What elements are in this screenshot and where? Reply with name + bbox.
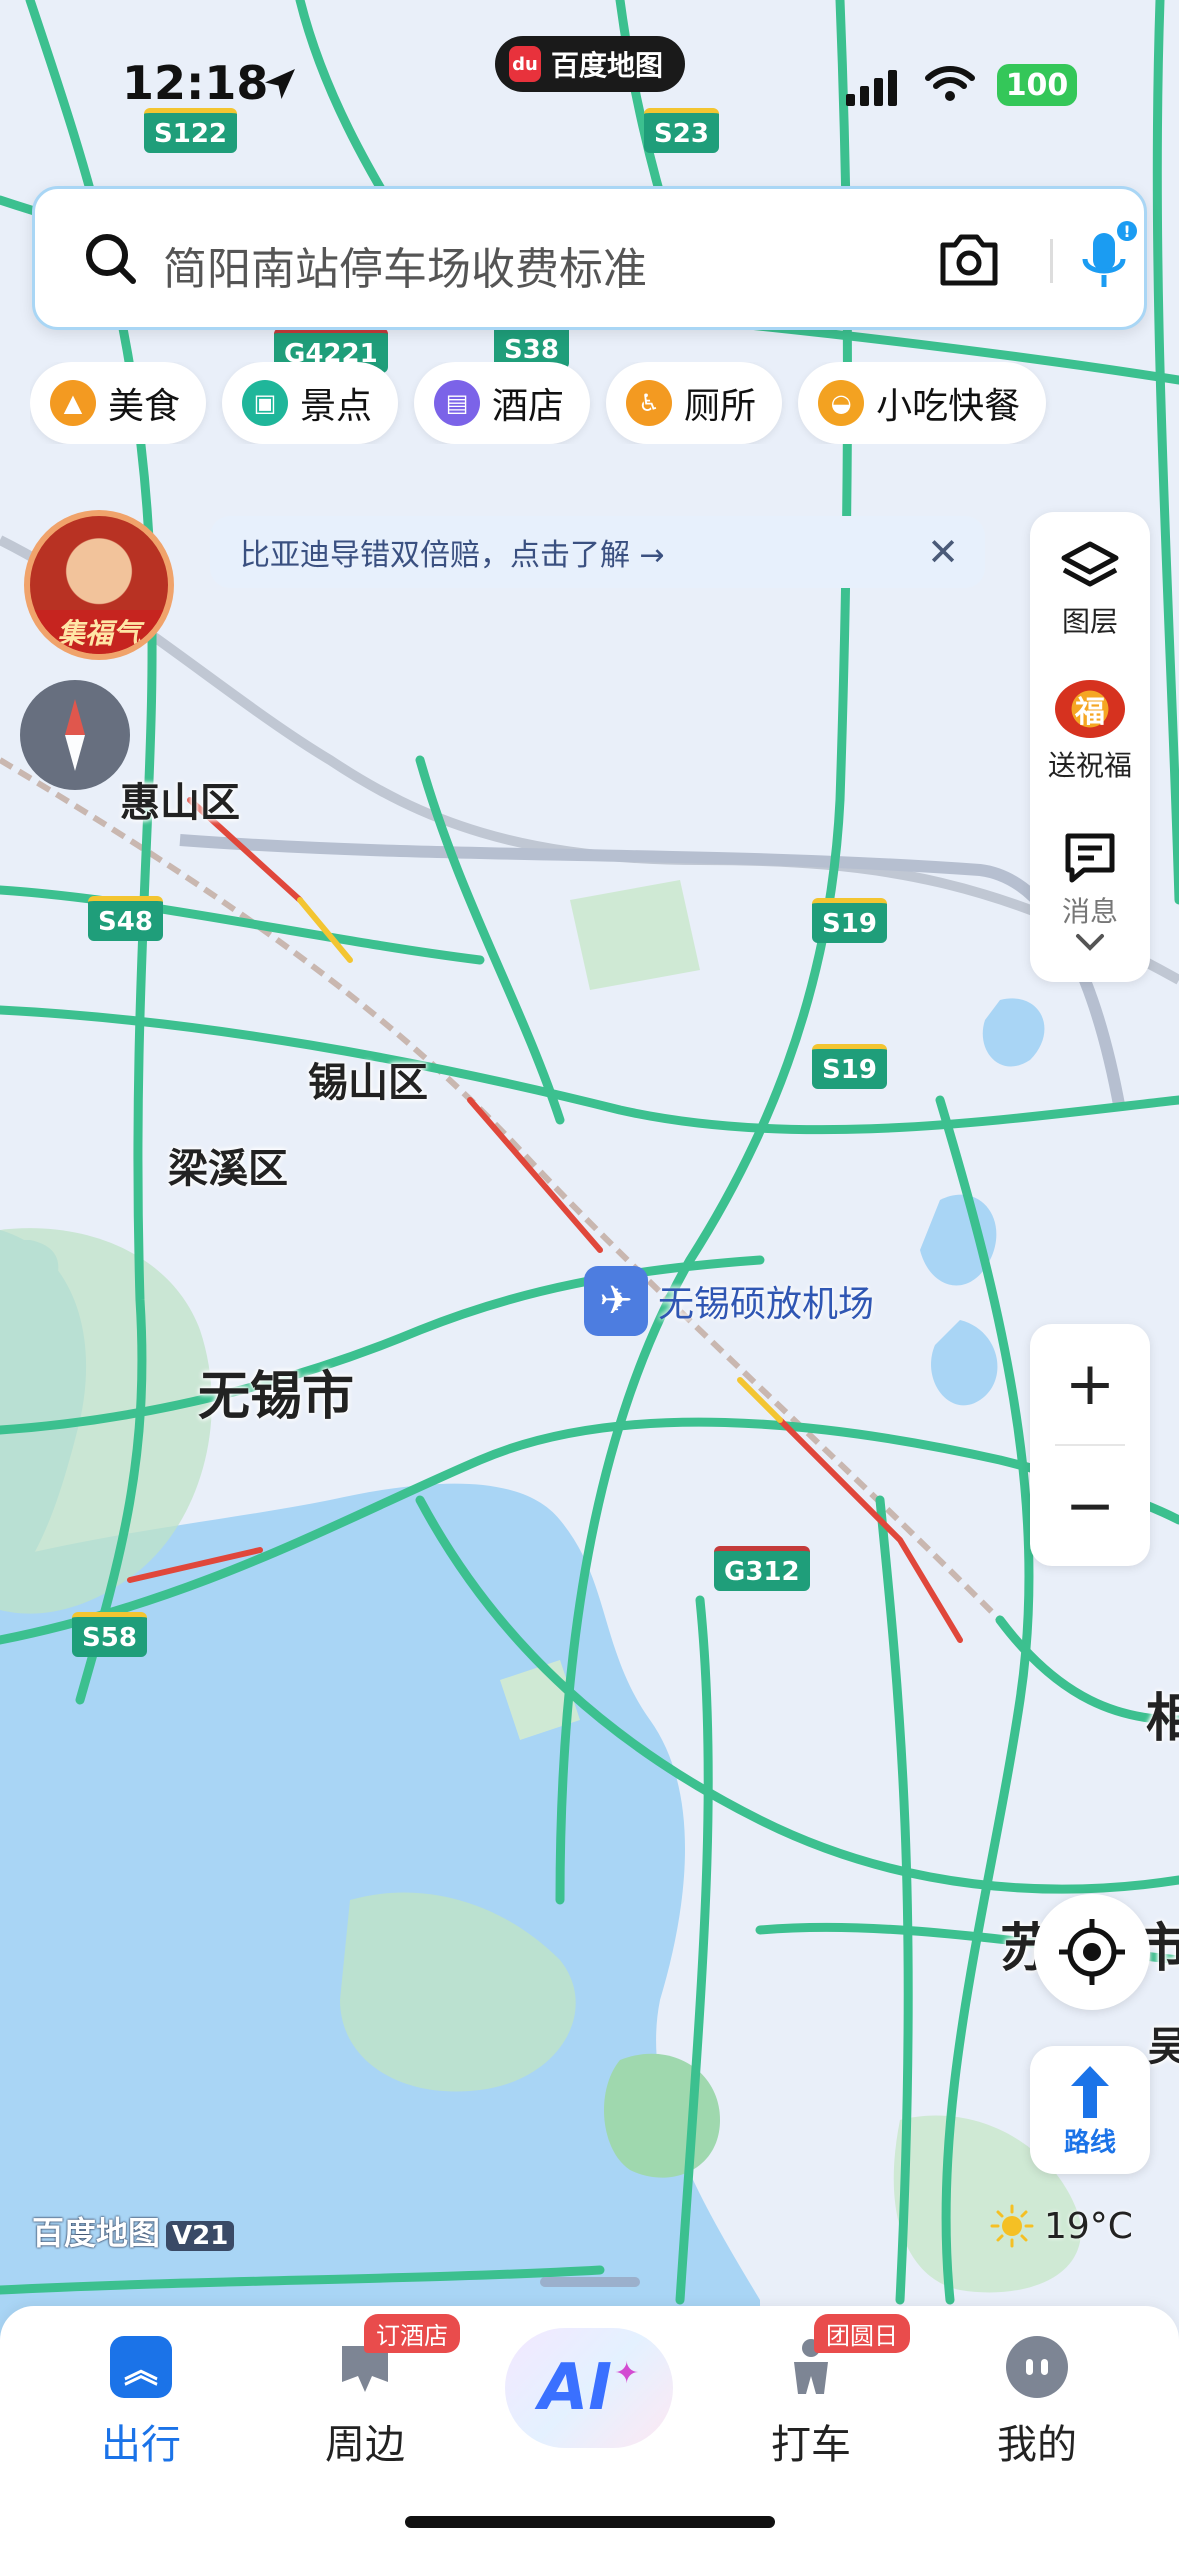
chip-scenic[interactable]: ▣ 景点 (222, 362, 399, 444)
microphone-icon[interactable]: ! (1073, 219, 1143, 299)
chip-hotel[interactable]: ▤ 酒店 (414, 362, 591, 444)
chevron-down-icon[interactable] (1074, 932, 1106, 952)
app-indicator[interactable]: du 百度地图 (495, 36, 685, 92)
chip-food[interactable]: ▲ 美食 (30, 362, 207, 444)
crosshair-icon (1059, 1919, 1125, 1985)
chip-label: 美食 (108, 386, 181, 427)
city-label-wuxi[interactable]: 无锡市 (198, 1354, 354, 1429)
category-chips: ▲ 美食 ▣ 景点 ▤ 酒店 ♿ 厕所 ◒ 小吃快餐 (30, 362, 1179, 444)
tab-travel[interactable]: ︽ 出行 (56, 2336, 226, 2470)
wishes-button[interactable]: 福 送祝福 (1030, 680, 1150, 784)
promo-avatar[interactable]: 集福气 (24, 510, 174, 660)
promo-banner[interactable]: 比亚迪导错双倍赔，点击了解 → ✕ (210, 516, 985, 588)
weather-widget[interactable]: 19°C (990, 2204, 1133, 2248)
close-icon[interactable]: ✕ (927, 530, 959, 574)
cellular-signal-icon (846, 70, 897, 106)
ai-label: AI (538, 2351, 613, 2425)
map-watermark: 百度地图 V21 (32, 2208, 235, 2254)
zoom-out-button[interactable]: − (1030, 1446, 1150, 1566)
search-divider (1050, 239, 1053, 283)
app-indicator-label: 百度地图 (551, 49, 664, 82)
sparkle-icon: ✦ (614, 2355, 640, 2391)
chip-label: 景点 (300, 386, 373, 427)
wishes-label: 送祝福 (1047, 749, 1132, 782)
wifi-icon (925, 66, 975, 101)
hotel-icon: ▤ (434, 380, 481, 426)
compass-icon[interactable] (20, 680, 130, 790)
district-label-huishan[interactable]: 惠山区 (120, 770, 240, 828)
promo-text: 比亚迪导错双倍赔，点击了解 → (240, 538, 665, 573)
airport-poi[interactable]: ✈ 无锡硕放机场 (584, 1266, 874, 1336)
map-tools-panel: 图层 福 送祝福 消息 (1030, 512, 1150, 982)
chip-label: 酒店 (492, 386, 565, 427)
airport-label: 无锡硕放机场 (658, 1284, 875, 1325)
chip-toilet[interactable]: ♿ 厕所 (606, 362, 783, 444)
layers-icon (1061, 541, 1119, 587)
nearby-badge: 订酒店 (364, 2314, 460, 2353)
layers-button[interactable]: 图层 (1030, 540, 1150, 640)
tab-label: 出行 (101, 2422, 181, 2468)
city-label-xiang[interactable]: 相 (1146, 1676, 1179, 1751)
status-bar: 12:18 du 百度地图 100 (0, 0, 1179, 140)
highway-shield: S19 (812, 898, 887, 943)
bottom-nav: ︽ 出行 周边 订酒店 AI ✦ 打车 团圆日 我的 (0, 2306, 1179, 2556)
zoom-control: + − (1030, 1324, 1150, 1566)
brand-name: 百度地图 (32, 2214, 161, 2252)
district-label-wu[interactable]: 吴 (1148, 2014, 1179, 2072)
snack-icon: ◒ (818, 380, 865, 426)
tab-mine[interactable]: 我的 (952, 2336, 1122, 2470)
toilet-icon: ♿ (626, 380, 673, 426)
sun-icon (990, 2204, 1034, 2248)
drawer-handle[interactable] (540, 2277, 640, 2287)
taxi-badge: 团圆日 (814, 2314, 910, 2353)
route-label: 路线 (1063, 2127, 1116, 2158)
location-arrow-icon (265, 69, 295, 99)
search-input[interactable]: 简阳南站停车场收费标准 (163, 233, 647, 297)
baidu-maps-logo-icon: du (509, 46, 541, 82)
district-label-xishan[interactable]: 锡山区 (308, 1050, 428, 1108)
highway-shield: G312 (714, 1546, 810, 1591)
airplane-icon: ✈ (584, 1266, 648, 1336)
tab-taxi[interactable]: 打车 (726, 2336, 896, 2470)
travel-icon: ︽ (110, 2336, 172, 2398)
search-icon (86, 234, 136, 284)
avatar-caption: 集福气 (30, 610, 168, 654)
home-indicator (405, 2516, 775, 2528)
highway-shield: S58 (72, 1612, 147, 1657)
zoom-in-button[interactable]: + (1030, 1324, 1150, 1444)
messages-label: 消息 (1061, 895, 1118, 928)
profile-icon (1006, 2336, 1068, 2398)
locate-button[interactable] (1034, 1894, 1150, 2010)
svg-text:!: ! (1123, 222, 1130, 241)
camera-icon[interactable] (937, 229, 1001, 289)
tab-nearby[interactable]: 周边 (280, 2336, 450, 2470)
tab-label: 周边 (325, 2422, 405, 2468)
chip-snack[interactable]: ◒ 小吃快餐 (798, 362, 1047, 444)
scenic-icon: ▣ (242, 380, 289, 426)
weather-temp: 19°C (1044, 2205, 1133, 2247)
search-bar[interactable]: 简阳南站停车场收费标准 ! (32, 186, 1147, 330)
tab-label: 我的 (997, 2422, 1077, 2468)
battery-indicator: 100 (997, 64, 1077, 106)
route-button[interactable]: 路线 (1030, 2046, 1150, 2174)
messages-button[interactable]: 消息 (1030, 830, 1150, 930)
route-arrow-icon (1071, 2065, 1109, 2118)
layers-label: 图层 (1061, 605, 1118, 638)
ai-assistant-button[interactable]: AI ✦ (505, 2328, 673, 2448)
highway-shield: S19 (812, 1044, 887, 1089)
message-icon (1065, 833, 1115, 883)
status-time: 12:18 (122, 56, 269, 110)
district-label-liangxi[interactable]: 梁溪区 (168, 1136, 288, 1194)
chip-label: 小吃快餐 (876, 386, 1021, 427)
brand-version: V21 (166, 2221, 235, 2251)
highway-shield: S48 (88, 896, 163, 941)
lucky-fu-icon: 福 (1055, 680, 1125, 738)
tab-label: 打车 (771, 2422, 851, 2468)
chip-label: 厕所 (684, 386, 757, 427)
food-icon: ▲ (50, 380, 96, 426)
